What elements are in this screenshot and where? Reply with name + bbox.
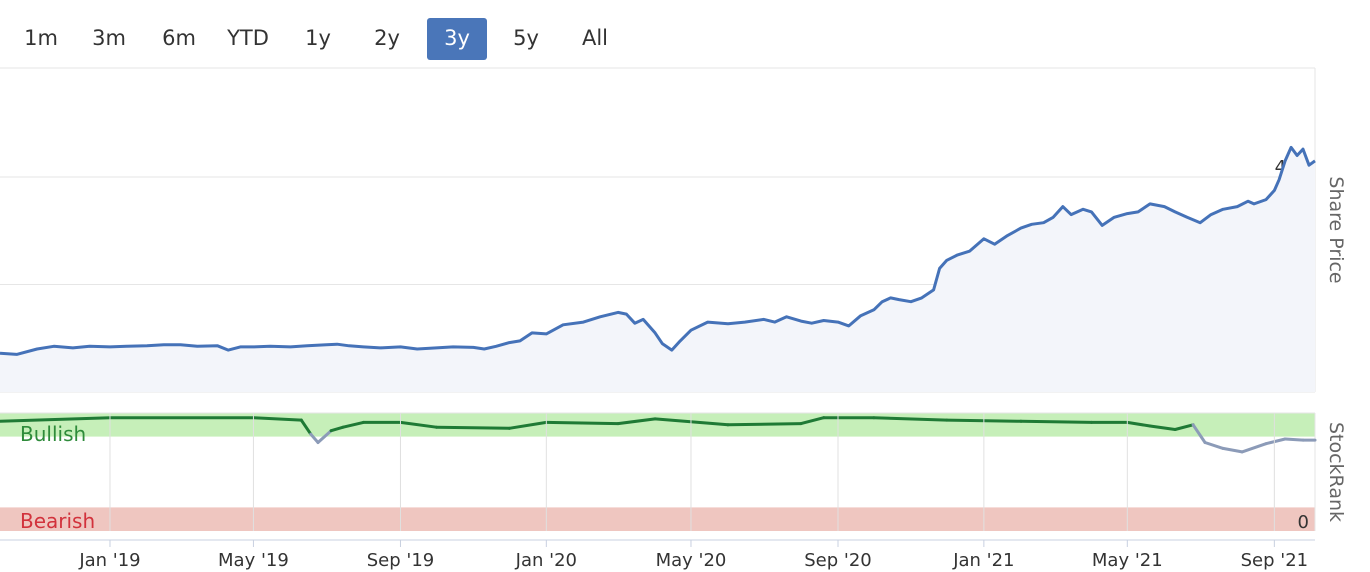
price-axis-title: Share Price — [1325, 176, 1347, 283]
bearish-band — [0, 507, 1315, 531]
x-tick-label: May '21 — [1092, 550, 1163, 571]
price-panel: 0200400Share Price — [0, 67, 1347, 393]
x-tick-label: May '20 — [656, 550, 727, 571]
x-tick-label: Sep '20 — [804, 550, 872, 571]
rank-series-segment — [1019, 419, 1093, 424]
stock-chart: 0200400Share Price Bullish Bearish 0 StockR… — [0, 67, 1347, 571]
rank-series-segment — [434, 425, 511, 430]
rank-series-segment — [1283, 437, 1305, 442]
rank-tick-label: 0 — [1298, 512, 1309, 533]
x-tick-label: Sep '19 — [367, 550, 435, 571]
stockrank-panel: Bullish Bearish 0 StockRank — [0, 412, 1347, 533]
bearish-label: Bearish — [20, 509, 95, 533]
x-tick-label: Sep '21 — [1241, 550, 1309, 571]
rank-series-segment — [726, 422, 803, 427]
x-tick-label: Jan '21 — [952, 550, 1014, 571]
x-tick-label: Jan '19 — [78, 550, 140, 571]
x-tick-label: May '19 — [218, 550, 289, 571]
bullish-label: Bullish — [20, 422, 86, 446]
rank-axis-title: StockRank — [1325, 422, 1347, 522]
x-tick-label: Jan '20 — [515, 550, 577, 571]
rank-series-segment — [544, 420, 620, 426]
